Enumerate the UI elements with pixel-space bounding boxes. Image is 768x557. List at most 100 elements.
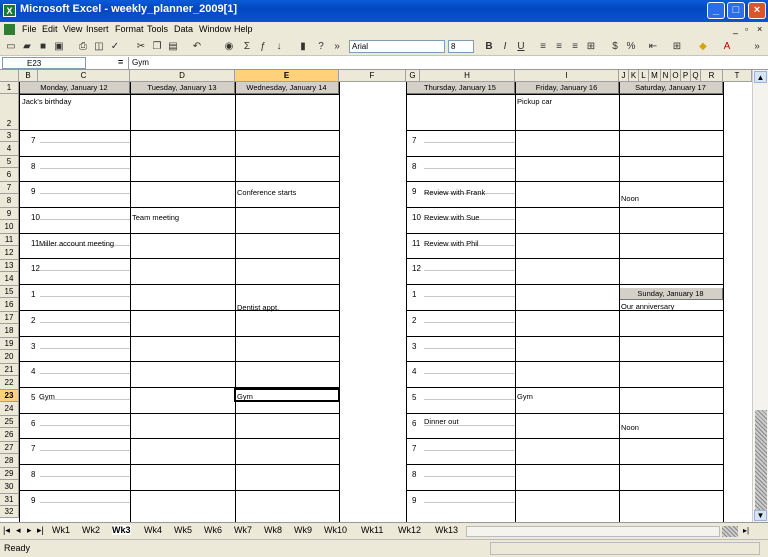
align-right-icon[interactable]: ≡ xyxy=(568,40,582,53)
menu-window[interactable]: Window xyxy=(199,24,231,34)
col-header-l[interactable]: L xyxy=(639,70,649,82)
row-header[interactable]: 13 xyxy=(0,260,19,272)
fill-color-icon[interactable]: ◆ xyxy=(696,40,710,53)
hscroll-right-arrow-icon[interactable]: ▸| xyxy=(740,526,752,537)
col-header-e[interactable]: E xyxy=(235,70,339,82)
menu-view[interactable]: View xyxy=(63,24,82,34)
col-header-j[interactable]: J xyxy=(619,70,629,82)
entry-conference[interactable]: Conference starts xyxy=(237,188,296,197)
entry-gym-monday[interactable]: Gym xyxy=(39,392,55,401)
paste-icon[interactable]: ▤ xyxy=(166,40,180,53)
merge-center-icon[interactable]: ⊞ xyxy=(584,40,598,53)
row-header[interactable]: 10 xyxy=(0,220,19,234)
sort-ascending-icon[interactable]: ↓ xyxy=(272,40,286,53)
tab-last-icon[interactable]: ▸| xyxy=(37,525,44,536)
entry-noon-sunday[interactable]: Noon xyxy=(621,423,639,432)
chart-wizard-icon[interactable]: ▮ xyxy=(296,40,310,53)
align-left-icon[interactable]: ≡ xyxy=(536,40,550,53)
tab-prev-icon[interactable]: ◂ xyxy=(16,525,21,536)
sheet-tab[interactable]: Wk3 xyxy=(112,525,131,535)
entry-gym-wednesday[interactable]: Gym xyxy=(237,392,253,401)
row-header[interactable]: 28 xyxy=(0,454,19,468)
sheet-tab[interactable]: Wk11 xyxy=(361,525,383,535)
print-preview-icon[interactable]: ◫ xyxy=(92,40,106,53)
col-header-g[interactable]: G xyxy=(406,70,420,82)
menu-data[interactable]: Data xyxy=(174,24,193,34)
entry-team-meeting[interactable]: Team meeting xyxy=(132,213,179,222)
print-icon[interactable]: ⎙ xyxy=(76,40,90,53)
col-header-t[interactable]: T xyxy=(723,70,752,82)
col-header-h[interactable]: H xyxy=(420,70,515,82)
col-header-n[interactable]: N xyxy=(661,70,671,82)
col-header-o[interactable]: O xyxy=(671,70,681,82)
italic-button[interactable]: I xyxy=(498,40,512,53)
cut-icon[interactable]: ✂ xyxy=(134,40,148,53)
sheet-tab[interactable]: Wk8 xyxy=(264,525,282,535)
menu-help[interactable]: Help xyxy=(234,24,253,34)
copy-icon[interactable]: ❐ xyxy=(150,40,164,53)
sheet-tab[interactable]: Wk1 xyxy=(52,525,70,535)
col-header-m[interactable]: M xyxy=(649,70,661,82)
scroll-up-arrow-icon[interactable]: ▲ xyxy=(754,71,767,83)
row-header[interactable]: 17 xyxy=(0,312,19,324)
undo-icon[interactable]: ↶ xyxy=(190,40,204,53)
entry-noon-saturday[interactable]: Noon xyxy=(621,194,639,203)
row-header[interactable]: 23 xyxy=(0,390,19,402)
currency-icon[interactable]: $ xyxy=(608,40,622,53)
hscroll-thumb[interactable] xyxy=(722,526,738,537)
row-header[interactable]: 11 xyxy=(0,234,19,246)
row-header[interactable]: 32 xyxy=(0,506,19,518)
row-header[interactable]: 20 xyxy=(0,350,19,364)
menu-insert[interactable]: Insert xyxy=(86,24,109,34)
col-header-i[interactable]: I xyxy=(515,70,619,82)
col-header-p[interactable]: P xyxy=(681,70,691,82)
row-header[interactable]: 7 xyxy=(0,182,19,194)
row-header[interactable]: 29 xyxy=(0,468,19,480)
row-header[interactable]: 8 xyxy=(0,194,19,208)
row-header[interactable]: 4 xyxy=(0,142,19,156)
horizontal-scrollbar[interactable] xyxy=(466,526,720,537)
row-header[interactable]: 30 xyxy=(0,480,19,494)
entry-review-sue[interactable]: Review with Sue xyxy=(424,213,479,222)
row-header[interactable]: 15 xyxy=(0,286,19,298)
row-header[interactable]: 12 xyxy=(0,246,19,260)
row-header[interactable]: 5 xyxy=(0,156,19,168)
sheet-tab[interactable]: Wk5 xyxy=(174,525,192,535)
row-header[interactable]: 3 xyxy=(0,130,19,142)
row-header[interactable]: 19 xyxy=(0,338,19,350)
open-icon[interactable]: ▰ xyxy=(20,40,34,53)
row-header[interactable]: 26 xyxy=(0,428,19,442)
row-header[interactable]: 31 xyxy=(0,494,19,506)
row-header[interactable]: 2 xyxy=(0,94,19,130)
row-header[interactable]: 1 xyxy=(0,82,19,94)
entry-our-anniversary[interactable]: Our anniversary xyxy=(621,302,674,311)
save-icon[interactable]: ■ xyxy=(36,40,50,53)
col-header-r[interactable]: R xyxy=(701,70,723,82)
sheet-tab[interactable]: Wk4 xyxy=(144,525,162,535)
entry-miller[interactable]: Miller account meeting xyxy=(39,239,114,248)
row-header[interactable]: 18 xyxy=(0,324,19,338)
menu-format[interactable]: Format xyxy=(115,24,144,34)
close-button[interactable]: × xyxy=(748,2,766,19)
sheet-tab[interactable]: Wk10 xyxy=(324,525,347,535)
menu-file[interactable]: File xyxy=(22,24,37,34)
spelling-icon[interactable]: ✓ xyxy=(108,40,122,53)
col-header-d[interactable]: D xyxy=(130,70,235,82)
entry-review-frank[interactable]: Review with Frank xyxy=(424,188,485,197)
function-icon[interactable]: ƒ xyxy=(256,40,270,53)
row-header[interactable]: 9 xyxy=(0,208,19,220)
entry-dentist[interactable]: Dentist appt. xyxy=(237,303,279,312)
col-header-c[interactable]: C xyxy=(38,70,130,82)
hyperlink-icon[interactable]: ◉ xyxy=(222,40,236,53)
doc-close-button[interactable]: × xyxy=(757,24,762,34)
row-header[interactable]: 24 xyxy=(0,402,19,416)
row-header[interactable]: 22 xyxy=(0,376,19,390)
autosum-icon[interactable]: Σ xyxy=(240,40,254,53)
doc-minimize-button[interactable]: _ xyxy=(733,24,738,34)
spreadsheet-grid[interactable]: B C D E F G H I J K L M N O P Q R T Mond… xyxy=(0,70,752,522)
sheet-tab[interactable]: Wk9 xyxy=(294,525,312,535)
bold-button[interactable]: B xyxy=(482,40,496,53)
row-header[interactable]: 6 xyxy=(0,168,19,182)
row-header[interactable]: 14 xyxy=(0,272,19,286)
vertical-scrollbar[interactable]: ▲ ▼ xyxy=(752,70,768,522)
